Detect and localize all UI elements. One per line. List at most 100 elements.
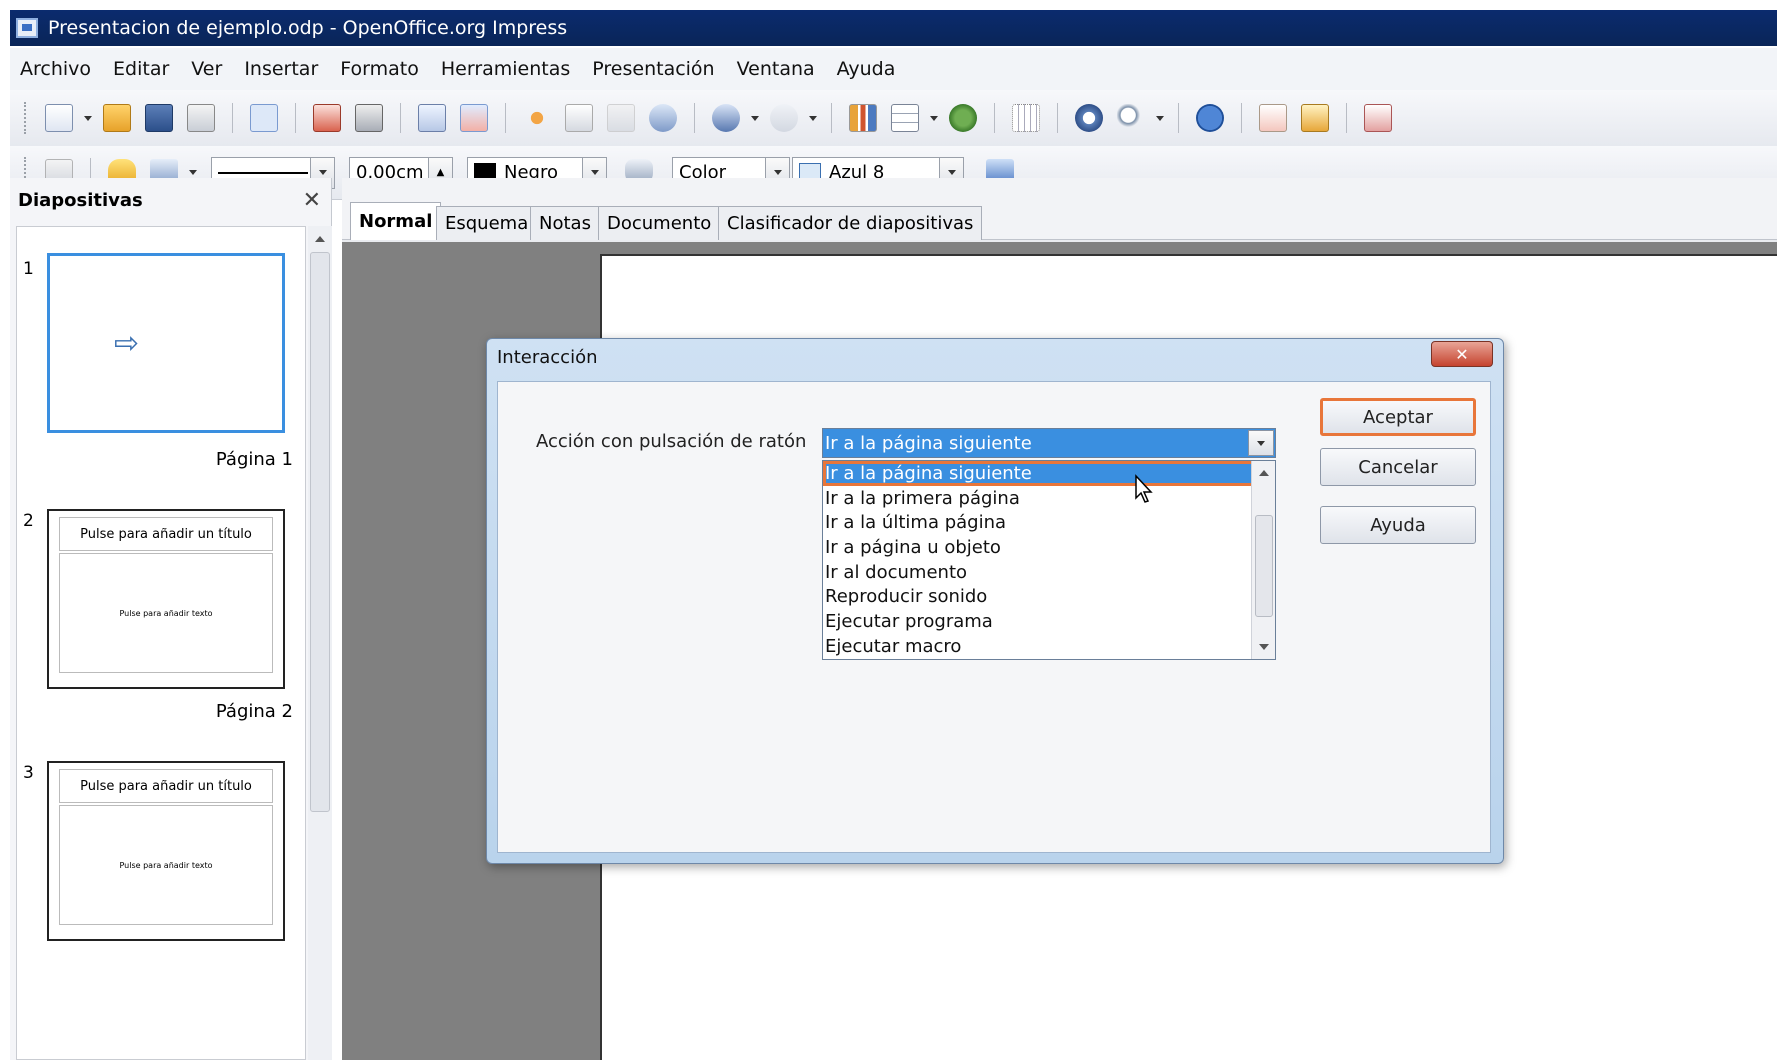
menu-formato[interactable]: Formato [340, 58, 419, 80]
slide-title-placeholder: Pulse para añadir un título [59, 769, 273, 803]
menu-presentacion[interactable]: Presentación [592, 58, 714, 80]
list-item[interactable]: Ir a la última página [823, 510, 1275, 535]
save-icon[interactable] [145, 104, 173, 132]
list-item[interactable]: Ir a la primera página [823, 486, 1275, 511]
dialog-title: Interacción [497, 347, 598, 368]
chevron-down-icon [590, 170, 599, 175]
toolbar-separator [994, 103, 995, 133]
menu-herramientas[interactable]: Herramientas [441, 58, 570, 80]
table-icon[interactable] [891, 104, 919, 132]
close-icon[interactable]: ✕ [303, 188, 321, 213]
menu-bar: Archivo Editar Ver Insertar Formato Herr… [10, 48, 1777, 90]
help-icon[interactable] [1196, 104, 1224, 132]
list-item[interactable]: Ir a página u objeto [823, 535, 1275, 560]
menu-ventana[interactable]: Ventana [737, 58, 815, 80]
menu-insertar[interactable]: Insertar [244, 58, 318, 80]
menu-archivo[interactable]: Archivo [20, 58, 91, 80]
open-folder-icon[interactable] [103, 104, 131, 132]
redo-dropdown-icon[interactable] [809, 115, 817, 121]
tab-clasificador[interactable]: Clasificador de diapositivas [718, 206, 983, 240]
redo-icon[interactable] [770, 104, 798, 132]
fontwork-icon[interactable] [949, 104, 977, 132]
toolbar-separator [694, 103, 695, 133]
tab-esquema[interactable]: Esquema [436, 206, 538, 240]
undo-dropdown-icon[interactable] [751, 115, 759, 121]
navigator-icon[interactable] [1075, 104, 1103, 132]
toolbar-grip[interactable] [24, 102, 28, 134]
grid-icon[interactable] [1012, 104, 1040, 132]
toolbar-separator [1057, 103, 1058, 133]
window-titlebar: Presentacion de ejemplo.odp - OpenOffice… [10, 10, 1777, 46]
close-icon[interactable]: ✕ [1431, 341, 1493, 367]
new-document-icon[interactable] [45, 104, 73, 132]
slide-body-placeholder: Pulse para añadir texto [59, 805, 273, 925]
scrollbar-thumb[interactable] [310, 252, 330, 812]
list-item[interactable]: Ir a la página siguiente [823, 461, 1275, 486]
print-icon[interactable] [355, 104, 383, 132]
listbox-scrollbar[interactable] [1251, 461, 1275, 659]
cancel-button[interactable]: Cancelar [1320, 448, 1476, 486]
menu-ayuda[interactable]: Ayuda [837, 58, 896, 80]
action-dropdown-button[interactable] [1248, 430, 1274, 456]
new-dropdown-icon[interactable] [84, 115, 92, 121]
edit-file-icon[interactable] [250, 104, 278, 132]
line-style-preview [218, 171, 308, 174]
slide-layout-icon[interactable] [1301, 104, 1329, 132]
scroll-down-icon[interactable] [1259, 644, 1269, 650]
slides-scrollbar[interactable] [308, 226, 332, 1060]
table-dropdown-icon[interactable] [930, 115, 938, 121]
chevron-down-icon [318, 170, 327, 175]
paste-icon[interactable] [607, 104, 635, 132]
undo-icon[interactable] [712, 104, 740, 132]
scroll-up-icon[interactable] [1259, 470, 1269, 476]
chart-icon[interactable] [849, 104, 877, 132]
scrollbar-thumb[interactable] [1255, 515, 1273, 617]
export-pdf-icon[interactable] [313, 104, 341, 132]
autospellcheck-icon[interactable] [460, 104, 488, 132]
copy-icon[interactable] [565, 104, 593, 132]
scroll-up-icon[interactable] [315, 236, 325, 242]
action-combobox[interactable]: Ir a la página siguiente [822, 428, 1276, 458]
menu-editar[interactable]: Editar [113, 58, 169, 80]
slide-number: 1 [23, 259, 34, 279]
list-item[interactable]: Ir al documento [823, 560, 1275, 585]
spellcheck-icon[interactable] [418, 104, 446, 132]
impress-app-icon [16, 18, 38, 38]
zoom-dropdown-icon[interactable] [1156, 115, 1164, 121]
interaction-dialog: Interacción ✕ Acción con pulsación de ra… [486, 338, 1504, 864]
toolbar-separator [831, 103, 832, 133]
tab-notas[interactable]: Notas [530, 206, 600, 240]
arrow-right-icon: ⇨ [114, 326, 140, 361]
toolbar-separator [295, 103, 296, 133]
cut-icon[interactable] [523, 104, 551, 132]
slide-title-placeholder: Pulse para añadir un título [59, 517, 273, 551]
ok-button[interactable]: Aceptar [1320, 398, 1476, 436]
tab-documento[interactable]: Documento [598, 206, 721, 240]
tab-normal[interactable]: Normal [350, 202, 442, 240]
clone-format-icon[interactable] [649, 104, 677, 132]
slide-page-label: Página 2 [215, 701, 293, 722]
help-button[interactable]: Ayuda [1320, 506, 1476, 544]
slideshow-icon[interactable] [1364, 104, 1392, 132]
chevron-down-icon [947, 170, 956, 175]
slides-list: 1 ⇨ Página 1 2 Pulse para añadir un títu… [16, 226, 306, 1060]
toolbar-separator [400, 103, 401, 133]
list-item[interactable]: Ejecutar programa [823, 609, 1275, 634]
slide-page-label: Página 1 [215, 449, 293, 470]
slide-thumbnail-1[interactable]: ⇨ [47, 253, 285, 433]
arrow-style-dropdown-icon[interactable] [189, 170, 197, 175]
list-item[interactable]: Reproducir sonido [823, 584, 1275, 609]
chevron-down-icon [1257, 440, 1265, 446]
slide-thumbnail-2[interactable]: Pulse para añadir un título Pulse para a… [47, 509, 285, 689]
slides-pane: Diapositivas ✕ 1 ⇨ Página 1 2 Pulse para… [10, 178, 332, 1060]
menu-ver[interactable]: Ver [191, 58, 222, 80]
slide-body-placeholder: Pulse para añadir texto [59, 553, 273, 673]
slide-design-icon[interactable] [1259, 104, 1287, 132]
zoom-icon[interactable] [1117, 104, 1145, 132]
toolbar-separator [1346, 103, 1347, 133]
list-item[interactable]: Ejecutar macro [823, 634, 1275, 659]
slide-number: 2 [23, 511, 34, 531]
slide-thumbnail-3[interactable]: Pulse para añadir un título Pulse para a… [47, 761, 285, 941]
email-icon[interactable] [187, 104, 215, 132]
action-listbox: Ir a la página siguiente Ir a la primera… [822, 460, 1276, 660]
